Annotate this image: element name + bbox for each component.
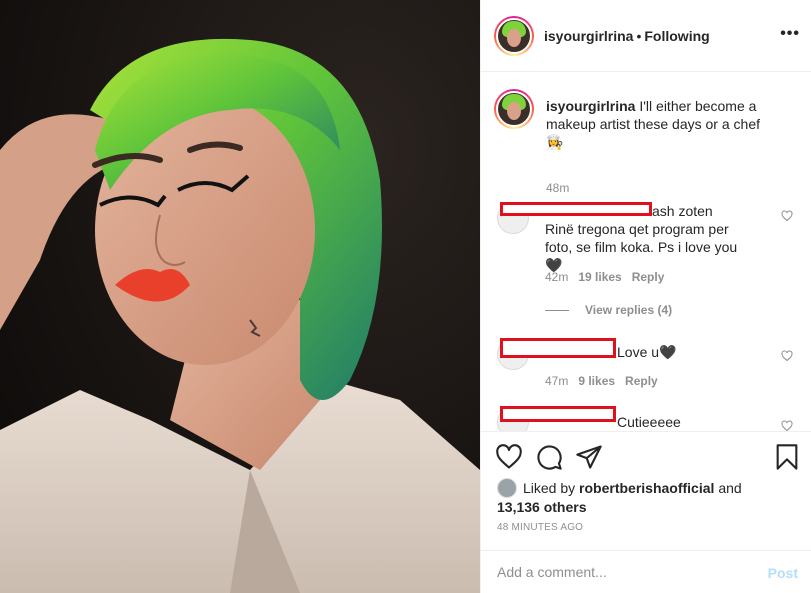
add-comment-bar: Post <box>481 550 811 593</box>
save-bookmark-icon[interactable] <box>773 443 801 471</box>
like-comment-heart-icon[interactable] <box>781 420 793 431</box>
author-avatar[interactable] <box>494 16 534 56</box>
liked-by-prefix: Liked by <box>523 480 576 496</box>
like-comment-heart-icon[interactable] <box>781 350 793 362</box>
caption-time[interactable]: 48m <box>546 181 569 195</box>
comment-text: ash zoten Rinë tregona qet program per f… <box>545 203 738 273</box>
posted-timestamp[interactable]: 48 MINUTES AGO <box>497 522 583 533</box>
share-icon[interactable] <box>575 443 603 471</box>
likes-summary: Liked by robertberishaofficial and 13,13… <box>497 478 742 516</box>
view-replies-button[interactable]: View replies (4) <box>545 303 672 317</box>
view-replies-label[interactable]: View replies (4) <box>585 303 672 317</box>
like-heart-icon[interactable] <box>495 443 523 471</box>
comment-meta: 47m 9 likes Reply <box>545 374 668 388</box>
caption-avatar[interactable] <box>494 89 534 129</box>
comment-icon[interactable] <box>535 443 563 471</box>
post-button[interactable]: Post <box>768 565 798 581</box>
comment-likes[interactable]: 19 likes <box>578 270 621 284</box>
reply-button[interactable]: Reply <box>625 374 658 388</box>
post-sidebar: isyourgirlrina • Following ••• isyourgirlr… <box>480 0 811 593</box>
caption-emoji: 👩‍🍳 <box>546 134 564 150</box>
comment-likes[interactable]: 9 likes <box>578 374 615 388</box>
redacted-username <box>500 338 616 358</box>
comment-input[interactable] <box>497 562 747 582</box>
post-photo[interactable] <box>0 0 480 593</box>
post-image <box>0 0 480 593</box>
action-bar <box>481 431 811 481</box>
separator-dot: • <box>636 28 642 44</box>
comments-list[interactable]: isyourgirlrina I'll either become a make… <box>481 73 811 431</box>
like-comment-heart-icon[interactable] <box>781 210 793 222</box>
following-button[interactable]: Following <box>644 28 709 44</box>
liker-avatar[interactable] <box>497 478 517 498</box>
comment-time[interactable]: 47m <box>545 374 568 388</box>
header-text: isyourgirlrina • Following <box>544 27 710 45</box>
liked-by-and: and <box>718 480 742 496</box>
replies-divider <box>545 309 569 311</box>
others-likes-count[interactable]: 13,136 others <box>497 499 587 515</box>
caption-username[interactable]: isyourgirlrina <box>546 98 635 114</box>
liker-username[interactable]: robertberishaofficial <box>579 480 714 496</box>
comment-meta: 42m 19 likes Reply <box>545 270 674 284</box>
author-username[interactable]: isyourgirlrina <box>544 28 633 44</box>
caption-text: isyourgirlrina I'll either become a make… <box>546 97 771 151</box>
more-options-icon[interactable]: ••• <box>780 26 800 42</box>
redacted-username <box>500 406 616 422</box>
comment-time[interactable]: 42m <box>545 270 568 284</box>
post-header: isyourgirlrina • Following ••• <box>481 0 811 72</box>
reply-button[interactable]: Reply <box>632 270 665 284</box>
